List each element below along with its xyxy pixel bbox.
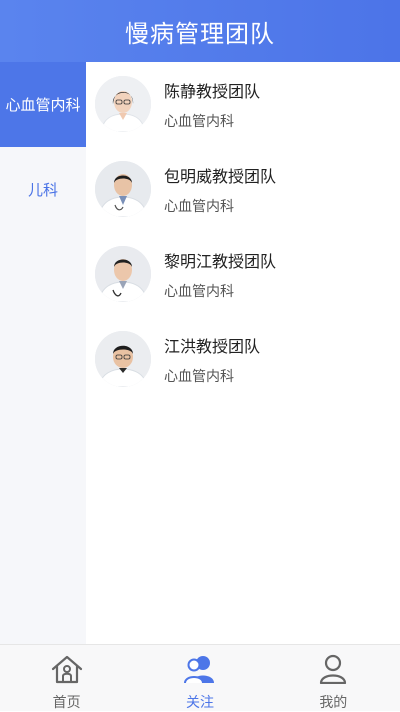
follow-icon	[183, 654, 217, 688]
team-name: 黎明江教授团队	[164, 252, 277, 271]
doctor-avatar	[95, 161, 151, 217]
tab-label: 关注	[185, 695, 214, 711]
doctor-avatar	[95, 76, 151, 132]
sidebar-item-cardiology[interactable]: 心血管内科	[0, 62, 86, 147]
team-item[interactable]: 包明威教授团队 心血管内科	[86, 147, 400, 232]
doctor-avatar	[95, 331, 151, 387]
doctor-avatar	[95, 246, 151, 302]
page-title: 慢病管理团队	[125, 19, 275, 48]
sidebar-item-label: 心血管内科	[5, 96, 81, 114]
team-name: 包明威教授团队	[164, 167, 277, 186]
team-department: 心血管内科	[164, 369, 234, 385]
team-item[interactable]: 陈静教授团队 心血管内科	[86, 62, 400, 147]
tab-label: 我的	[319, 695, 348, 711]
department-sidebar: 心血管内科 儿科	[0, 62, 86, 644]
team-department: 心血管内科	[164, 199, 234, 215]
team-name: 江洪教授团队	[164, 337, 261, 356]
team-department: 心血管内科	[164, 114, 234, 130]
app-header: 慢病管理团队	[0, 0, 400, 62]
team-item[interactable]: 江洪教授团队 心血管内科	[86, 317, 400, 402]
home-icon	[50, 654, 84, 688]
bottom-tab-bar: 首页 关注 我的	[0, 644, 400, 711]
team-item[interactable]: 黎明江教授团队 心血管内科	[86, 232, 400, 317]
team-list: 陈静教授团队 心血管内科 包明威教授团队 心血管内科 黎明江教授团队 心血管内科…	[86, 62, 400, 644]
profile-icon	[316, 654, 350, 688]
team-name: 陈静教授团队	[164, 82, 261, 101]
tab-profile[interactable]: 我的	[267, 645, 400, 711]
tab-label: 首页	[52, 695, 81, 711]
sidebar-item-pediatrics[interactable]: 儿科	[0, 147, 86, 232]
team-department: 心血管内科	[164, 284, 234, 300]
tab-follow[interactable]: 关注	[133, 645, 266, 711]
sidebar-item-label: 儿科	[27, 181, 58, 199]
tab-home[interactable]: 首页	[0, 645, 133, 711]
